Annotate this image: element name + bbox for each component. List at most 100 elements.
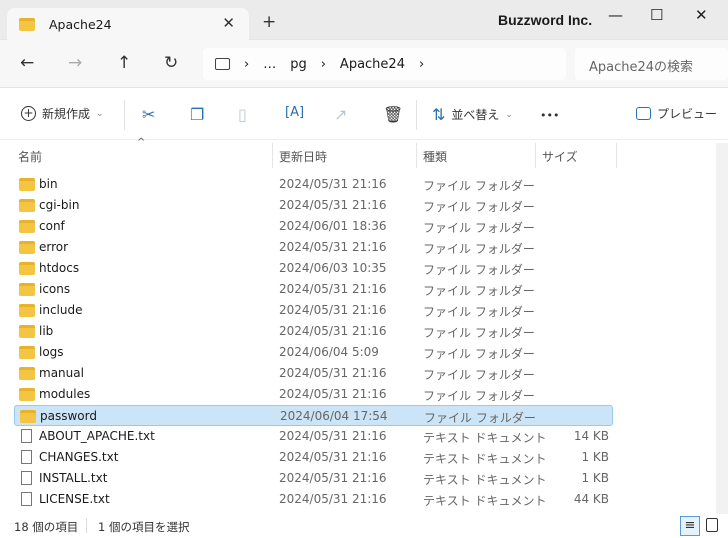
file-date: 2024/06/03 10:35 bbox=[279, 261, 387, 275]
tiles-view-button[interactable] bbox=[706, 518, 718, 532]
new-label: 新規作成 bbox=[42, 107, 91, 121]
folder-icon bbox=[19, 178, 35, 191]
tab-close-icon[interactable]: ✕ bbox=[222, 14, 235, 32]
brand-label: Buzzword Inc. bbox=[498, 12, 593, 28]
tab-apache24[interactable]: Apache24 ✕ bbox=[7, 8, 249, 41]
file-row[interactable]: conf 2024/06/01 18:36 ファイル フォルダー bbox=[14, 216, 613, 237]
back-button[interactable]: ← bbox=[20, 53, 34, 73]
file-type: テキスト ドキュメント bbox=[423, 431, 547, 445]
file-type: ファイル フォルダー bbox=[424, 411, 536, 425]
address-bar[interactable]: › … pg › Apache24 › bbox=[203, 48, 566, 80]
file-row[interactable]: htdocs 2024/06/03 10:35 ファイル フォルダー bbox=[14, 258, 613, 279]
details-view-button[interactable]: ≡ bbox=[680, 516, 700, 536]
column-resize-handle[interactable] bbox=[616, 143, 617, 168]
sort-button[interactable]: ⇅ 並べ替え ⌄ bbox=[432, 105, 513, 124]
navigation-bar: ← → ↑ ↻ › … pg › Apache24 › Apache24の検索 bbox=[0, 40, 728, 88]
file-row[interactable]: logs 2024/06/04 5:09 ファイル フォルダー bbox=[14, 342, 613, 363]
column-date[interactable]: 更新日時 bbox=[279, 148, 327, 165]
preview-button[interactable]: プレビュー bbox=[636, 105, 717, 122]
file-date: 2024/05/31 21:16 bbox=[279, 429, 387, 443]
file-type: テキスト ドキュメント bbox=[423, 494, 547, 508]
file-row[interactable]: password 2024/06/04 17:54 ファイル フォルダー bbox=[14, 405, 613, 426]
file-row[interactable]: cgi-bin 2024/05/31 21:16 ファイル フォルダー bbox=[14, 195, 613, 216]
file-type: ファイル フォルダー bbox=[423, 305, 535, 319]
file-date: 2024/05/31 21:16 bbox=[279, 177, 387, 191]
file-date: 2024/06/04 5:09 bbox=[279, 345, 379, 359]
column-resize-handle[interactable] bbox=[272, 143, 273, 168]
command-bar: + 新規作成 ⌄ ✂ ❐ ▯ [A] ↗ 🗑 ⇅ 並べ替え ⌄ ••• プレビュ… bbox=[0, 88, 728, 140]
new-tab-button[interactable]: + bbox=[262, 12, 276, 32]
file-name: error bbox=[39, 240, 69, 254]
title-bar: Apache24 ✕ + Buzzword Inc. — ☐ ✕ bbox=[0, 0, 728, 41]
file-name: password bbox=[40, 409, 97, 423]
maximize-button[interactable]: ☐ bbox=[650, 6, 663, 24]
file-row[interactable]: INSTALL.txt 2024/05/31 21:16 テキスト ドキュメント 1 … bbox=[14, 468, 613, 489]
file-row[interactable]: include 2024/05/31 21:16 ファイル フォルダー bbox=[14, 300, 613, 321]
search-input[interactable]: Apache24の検索 bbox=[575, 48, 728, 80]
file-row[interactable]: LICENSE.txt 2024/05/31 21:16 テキスト ドキュメント 44… bbox=[14, 489, 613, 510]
sort-ascending-icon: ^ bbox=[137, 137, 146, 148]
breadcrumb-apache24[interactable]: Apache24 bbox=[340, 57, 405, 72]
file-date: 2024/05/31 21:16 bbox=[279, 366, 387, 380]
folder-icon bbox=[19, 367, 35, 380]
file-row[interactable]: icons 2024/05/31 21:16 ファイル フォルダー bbox=[14, 279, 613, 300]
copy-icon[interactable]: ❐ bbox=[190, 105, 204, 124]
text-file-icon bbox=[21, 471, 32, 485]
file-row[interactable]: ABOUT_APACHE.txt 2024/05/31 21:16 テキスト ドキュ… bbox=[14, 426, 613, 447]
delete-icon[interactable]: 🗑 bbox=[383, 105, 403, 124]
column-size[interactable]: サイズ bbox=[542, 148, 578, 165]
file-size: 1 KB bbox=[581, 450, 609, 464]
divider bbox=[86, 518, 87, 533]
forward-button[interactable]: → bbox=[68, 53, 82, 73]
file-row[interactable]: modules 2024/05/31 21:16 ファイル フォルダー bbox=[14, 384, 613, 405]
more-options-button[interactable]: ••• bbox=[540, 109, 559, 122]
up-button[interactable]: ↑ bbox=[117, 53, 131, 73]
computer-icon bbox=[215, 58, 230, 70]
paste-icon[interactable]: ▯ bbox=[238, 105, 247, 124]
plus-circle-icon: + bbox=[21, 106, 36, 121]
file-row[interactable]: error 2024/05/31 21:16 ファイル フォルダー bbox=[14, 237, 613, 258]
file-type: ファイル フォルダー bbox=[423, 347, 535, 361]
file-row[interactable]: CHANGES.txt 2024/05/31 21:16 テキスト ドキュメント 1 … bbox=[14, 447, 613, 468]
breadcrumb-separator: › bbox=[320, 56, 326, 72]
file-name: icons bbox=[39, 282, 71, 296]
text-file-icon bbox=[21, 492, 32, 506]
file-name: INSTALL.txt bbox=[39, 471, 108, 485]
preview-label: プレビュー bbox=[657, 107, 718, 121]
file-size: 14 KB bbox=[573, 429, 609, 443]
refresh-button[interactable]: ↻ bbox=[164, 53, 178, 73]
column-resize-handle[interactable] bbox=[416, 143, 417, 168]
breadcrumb-pg[interactable]: pg bbox=[290, 57, 307, 72]
file-type: ファイル フォルダー bbox=[423, 200, 535, 214]
file-name: LICENSE.txt bbox=[39, 492, 110, 506]
minimize-button[interactable]: — bbox=[608, 6, 623, 24]
column-name[interactable]: 名前 bbox=[18, 148, 42, 165]
file-date: 2024/06/01 18:36 bbox=[279, 219, 387, 233]
file-row[interactable]: lib 2024/05/31 21:16 ファイル フォルダー bbox=[14, 321, 613, 342]
file-row[interactable]: bin 2024/05/31 21:16 ファイル フォルダー bbox=[14, 174, 613, 195]
file-type: ファイル フォルダー bbox=[423, 263, 535, 277]
folder-icon bbox=[19, 325, 35, 338]
breadcrumb-overflow[interactable]: … bbox=[263, 57, 276, 72]
file-type: ファイル フォルダー bbox=[423, 242, 535, 256]
breadcrumb-separator[interactable]: › bbox=[419, 57, 424, 72]
tab-title: Apache24 bbox=[49, 17, 112, 32]
file-type: ファイル フォルダー bbox=[423, 368, 535, 382]
file-size: 44 KB bbox=[573, 492, 609, 506]
folder-icon bbox=[19, 388, 35, 401]
vertical-scrollbar[interactable] bbox=[716, 143, 728, 514]
close-button[interactable]: ✕ bbox=[695, 6, 708, 24]
rename-icon[interactable]: [A] bbox=[285, 105, 304, 120]
column-type[interactable]: 種類 bbox=[423, 148, 447, 165]
file-type: ファイル フォルダー bbox=[423, 179, 535, 193]
file-type: テキスト ドキュメント bbox=[423, 452, 547, 466]
column-resize-handle[interactable] bbox=[535, 143, 536, 168]
file-date: 2024/05/31 21:16 bbox=[279, 240, 387, 254]
share-icon[interactable]: ↗ bbox=[334, 105, 347, 124]
file-row[interactable]: manual 2024/05/31 21:16 ファイル フォルダー bbox=[14, 363, 613, 384]
file-type: ファイル フォルダー bbox=[423, 284, 535, 298]
new-button[interactable]: + 新規作成 ⌄ bbox=[21, 105, 104, 122]
sort-icon: ⇅ bbox=[432, 105, 446, 124]
file-name: ABOUT_APACHE.txt bbox=[39, 429, 155, 443]
cut-icon[interactable]: ✂ bbox=[142, 105, 155, 124]
